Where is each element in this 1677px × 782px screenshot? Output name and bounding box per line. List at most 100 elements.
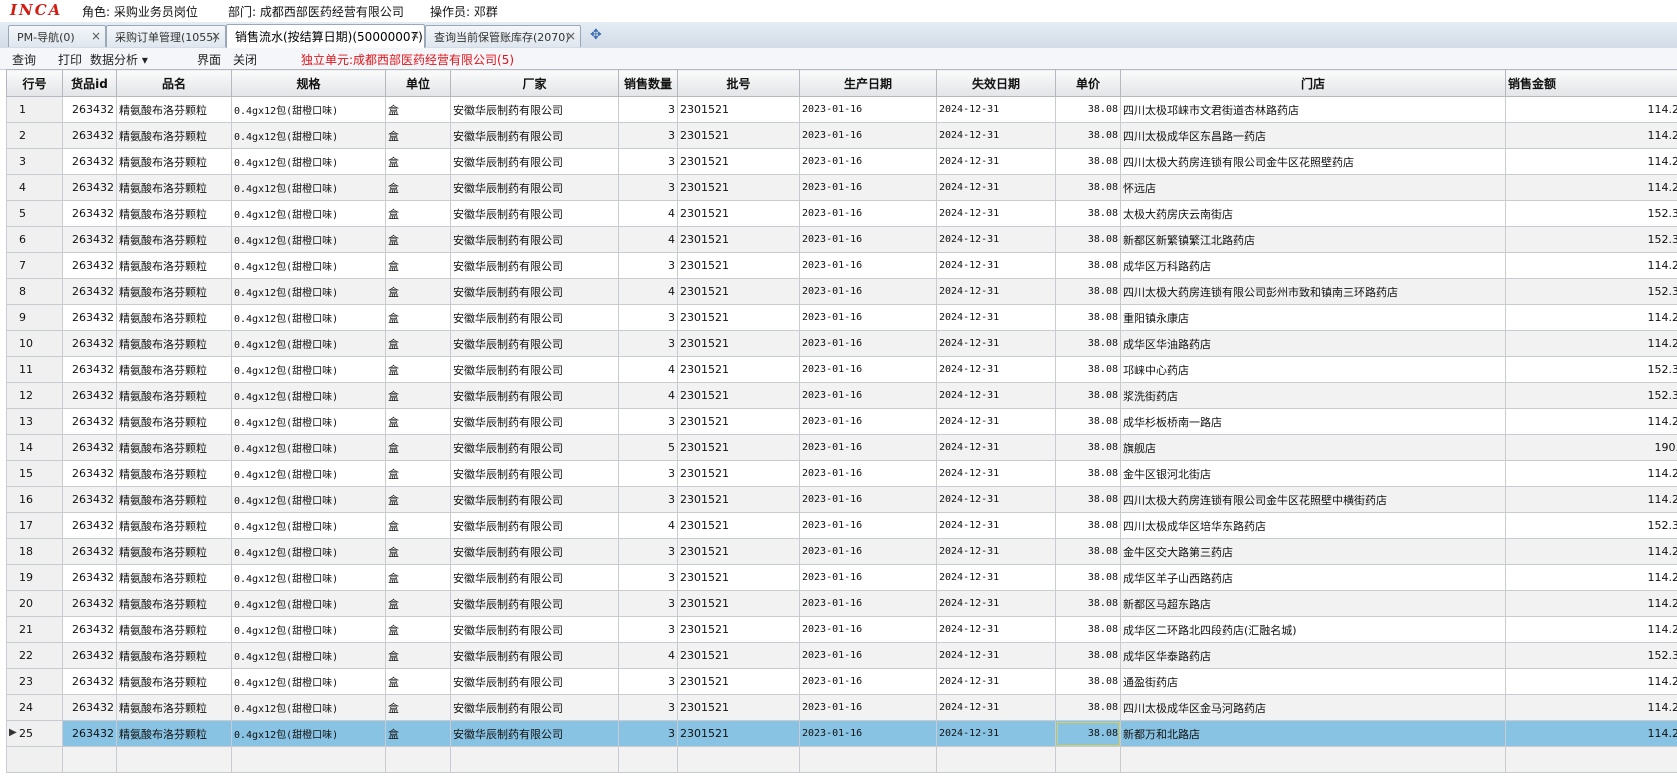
cell-amount[interactable]: 114.24 bbox=[1505, 460, 1677, 487]
cell-spec[interactable]: 0.4gx12包(甜橙口味) bbox=[231, 252, 386, 279]
cell-batch[interactable]: 2301521 bbox=[677, 174, 800, 201]
cell-n[interactable]: 14 bbox=[6, 434, 63, 461]
cell-id[interactable]: 263432 bbox=[62, 486, 117, 513]
close-button[interactable]: 关闭 bbox=[233, 51, 257, 68]
column-header[interactable]: 批号 bbox=[677, 69, 800, 97]
cell-store[interactable]: 四川太极成华区培华东路药店 bbox=[1120, 512, 1506, 539]
cell-name[interactable]: 精氨酸布洛芬颗粒 bbox=[116, 96, 232, 123]
cell-batch[interactable]: 2301521 bbox=[677, 330, 800, 357]
cell-qty[interactable]: 3 bbox=[618, 96, 678, 123]
cell-batch[interactable]: 2301521 bbox=[677, 278, 800, 305]
cell-n[interactable]: 2 bbox=[6, 122, 63, 149]
cell-maker[interactable]: 安徽华辰制药有限公司 bbox=[450, 382, 619, 409]
cell-store[interactable]: 旗舰店 bbox=[1120, 434, 1506, 461]
cell-unit[interactable]: 盒 bbox=[385, 226, 451, 253]
cell-spec[interactable]: 0.4gx12包(甜橙口味) bbox=[231, 200, 386, 227]
cell-id[interactable]: 263432 bbox=[62, 382, 117, 409]
table-row[interactable]: 4 263432 精氨酸布洛芬颗粒 0.4gx12包(甜橙口味) 盒安徽华辰制药有限公司… bbox=[6, 174, 1677, 201]
cell-exp[interactable]: 2024-12-31 bbox=[936, 278, 1056, 305]
column-header[interactable]: 门店 bbox=[1120, 69, 1506, 97]
cell-id[interactable]: 263432 bbox=[62, 330, 117, 357]
cell-name[interactable]: 精氨酸布洛芬颗粒 bbox=[116, 642, 232, 669]
table-row[interactable]: ▶ 25 263432 精氨酸布洛芬颗粒 0.4gx12包(甜橙口味) 盒安徽华辰制药有限… bbox=[6, 720, 1677, 747]
cell-id[interactable]: 263432 bbox=[62, 226, 117, 253]
cell-amount[interactable]: 114.24 bbox=[1505, 252, 1677, 279]
cell-mfg[interactable]: 2023-01-16 bbox=[799, 174, 937, 201]
tab-pm-nav[interactable]: PM-导航(0) × bbox=[8, 25, 106, 47]
cell-store[interactable]: 成华区华泰路药店 bbox=[1120, 642, 1506, 669]
cell-unit[interactable]: 盒 bbox=[385, 382, 451, 409]
cell-unit[interactable]: 盒 bbox=[385, 512, 451, 539]
cell-store[interactable]: 四川太极大药房连锁有限公司金牛区花照壁药店 bbox=[1120, 148, 1506, 175]
cell-batch[interactable]: 2301521 bbox=[677, 434, 800, 461]
cell-store[interactable]: 成华区华油路药店 bbox=[1120, 330, 1506, 357]
cell-id[interactable]: 263432 bbox=[62, 434, 117, 461]
cell-price[interactable]: 38.08 bbox=[1055, 616, 1121, 643]
cell-name[interactable]: 精氨酸布洛芬颗粒 bbox=[116, 512, 232, 539]
cell-batch[interactable]: 2301521 bbox=[677, 304, 800, 331]
cell-price[interactable]: 38.08 bbox=[1055, 512, 1121, 539]
cell-unit[interactable]: 盒 bbox=[385, 304, 451, 331]
cell-qty[interactable]: 4 bbox=[618, 226, 678, 253]
cell-amount[interactable]: 114.24 bbox=[1505, 122, 1677, 149]
cell-price[interactable]: 38.08 bbox=[1055, 694, 1121, 721]
cell-exp[interactable]: 2024-12-31 bbox=[936, 434, 1056, 461]
cell-price[interactable] bbox=[1055, 746, 1121, 773]
cell-name[interactable]: 精氨酸布洛芬颗粒 bbox=[116, 408, 232, 435]
cell-spec[interactable]: 0.4gx12包(甜橙口味) bbox=[231, 720, 386, 747]
cell-unit[interactable]: 盒 bbox=[385, 538, 451, 565]
cell-spec[interactable]: 0.4gx12包(甜橙口味) bbox=[231, 434, 386, 461]
cell-store[interactable]: 新都区马超东路店 bbox=[1120, 590, 1506, 617]
cell-qty[interactable]: 3 bbox=[618, 538, 678, 565]
cell-n[interactable]: 13 bbox=[6, 408, 63, 435]
cell-maker[interactable]: 安徽华辰制药有限公司 bbox=[450, 278, 619, 305]
cell-price[interactable]: 38.08 bbox=[1055, 356, 1121, 383]
cell-qty[interactable]: 3 bbox=[618, 304, 678, 331]
cell-qty[interactable]: 3 bbox=[618, 720, 678, 747]
cell-maker[interactable]: 安徽华辰制药有限公司 bbox=[450, 564, 619, 591]
cell-price[interactable]: 38.08 bbox=[1055, 304, 1121, 331]
cell-mfg[interactable]: 2023-01-16 bbox=[799, 616, 937, 643]
cell-n[interactable]: 12 bbox=[6, 382, 63, 409]
cell-price[interactable]: 38.08 bbox=[1055, 486, 1121, 513]
cell-batch[interactable]: 2301521 bbox=[677, 668, 800, 695]
cell-n[interactable]: 18 bbox=[6, 538, 63, 565]
cell-exp[interactable]: 2024-12-31 bbox=[936, 252, 1056, 279]
table-row[interactable]: 14 263432 精氨酸布洛芬颗粒 0.4gx12包(甜橙口味) 盒安徽华辰制药有限公… bbox=[6, 434, 1677, 461]
cell-maker[interactable]: 安徽华辰制药有限公司 bbox=[450, 720, 619, 747]
cell-price[interactable]: 38.08 bbox=[1055, 226, 1121, 253]
cell-n[interactable]: 17 bbox=[6, 512, 63, 539]
cell-n[interactable] bbox=[6, 746, 63, 773]
cell-unit[interactable]: 盒 bbox=[385, 642, 451, 669]
cell-store[interactable] bbox=[1120, 746, 1506, 773]
add-tab-icon[interactable]: ✥ bbox=[590, 27, 602, 43]
cell-maker[interactable]: 安徽华辰制药有限公司 bbox=[450, 252, 619, 279]
cell-batch[interactable]: 2301521 bbox=[677, 642, 800, 669]
cell-mfg[interactable]: 2023-01-16 bbox=[799, 278, 937, 305]
cell-n[interactable]: 22 bbox=[6, 642, 63, 669]
cell-name[interactable]: 精氨酸布洛芬颗粒 bbox=[116, 538, 232, 565]
cell-qty[interactable]: 4 bbox=[618, 356, 678, 383]
close-icon[interactable]: × bbox=[211, 29, 221, 43]
cell-qty[interactable]: 3 bbox=[618, 564, 678, 591]
cell-amount[interactable]: 114.24 bbox=[1505, 330, 1677, 357]
cell-batch[interactable]: 2301521 bbox=[677, 382, 800, 409]
cell-spec[interactable]: 0.4gx12包(甜橙口味) bbox=[231, 538, 386, 565]
cell-qty[interactable]: 3 bbox=[618, 460, 678, 487]
cell-maker[interactable]: 安徽华辰制药有限公司 bbox=[450, 304, 619, 331]
column-header[interactable]: 单价 bbox=[1055, 69, 1121, 97]
cell-batch[interactable]: 2301521 bbox=[677, 408, 800, 435]
cell-maker[interactable] bbox=[450, 746, 619, 773]
cell-maker[interactable]: 安徽华辰制药有限公司 bbox=[450, 174, 619, 201]
cell-qty[interactable]: 3 bbox=[618, 590, 678, 617]
cell-n[interactable]: 9 bbox=[6, 304, 63, 331]
cell-maker[interactable]: 安徽华辰制药有限公司 bbox=[450, 486, 619, 513]
cell-store[interactable]: 金牛区银河北街店 bbox=[1120, 460, 1506, 487]
cell-exp[interactable]: 2024-12-31 bbox=[936, 200, 1056, 227]
cell-qty[interactable]: 3 bbox=[618, 330, 678, 357]
cell-store[interactable]: 浆洗街药店 bbox=[1120, 382, 1506, 409]
cell-id[interactable]: 263432 bbox=[62, 278, 117, 305]
cell-store[interactable]: 四川太极成华区东昌路一药店 bbox=[1120, 122, 1506, 149]
cell-price[interactable]: 38.08 bbox=[1055, 148, 1121, 175]
cell-name[interactable]: 精氨酸布洛芬颗粒 bbox=[116, 148, 232, 175]
